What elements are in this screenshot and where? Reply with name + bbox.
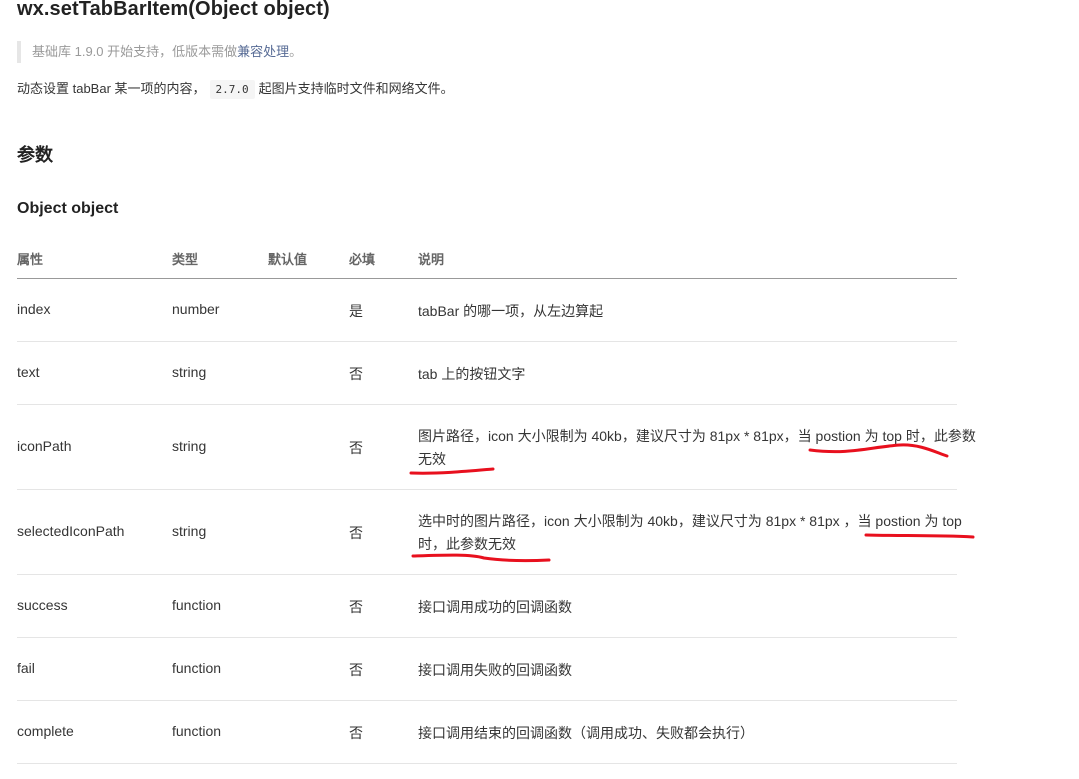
page-title: wx.setTabBarItem(Object object) [17,0,330,20]
header-name: 属性 [17,252,44,267]
header-desc: 说明 [418,252,445,267]
row-name: index [17,301,51,317]
table-row: text string 否 tab 上的按钮文字 [17,342,957,405]
row-required: 否 [349,725,363,741]
header-default: 默认值 [268,252,308,267]
row-name: success [17,597,68,613]
row-type: number [172,301,220,317]
table-row: success function 否 接口调用成功的回调函数 [17,575,957,638]
version-code: 2.7.0 [209,80,255,99]
desc-suffix: 起图片支持临时文件和网络文件。 [258,81,454,96]
version-note-text: 基础库 1.9.0 开始支持，低版本需做 [32,44,238,59]
row-type: function [172,723,222,739]
row-desc: 图片路径，icon 大小限制为 40kb，建议尺寸为 81px * 81px，当… [418,428,976,467]
row-name: text [17,364,40,380]
object-heading: Object object [17,200,119,217]
table-row: iconPath string 否 图片路径，icon 大小限制为 40kb，建… [17,405,976,490]
table-row: index number 是 tabBar 的哪一项，从左边算起 [17,279,957,342]
row-desc: 接口调用失败的回调函数 [418,662,572,678]
version-note: 基础库 1.9.0 开始支持，低版本需做兼容处理。 [17,41,302,63]
row-type: string [172,364,207,380]
row-required: 否 [349,366,363,382]
row-required: 否 [349,599,363,615]
row-type: string [172,438,207,454]
version-note-suffix: 。 [289,44,303,59]
row-name: iconPath [17,438,72,454]
row-name: selectedIconPath [17,523,125,539]
row-type: string [172,523,207,539]
api-description: 动态设置 tabBar 某一项的内容， 2.7.0 起图片支持临时文件和网络文件。 [17,78,454,101]
table-row: complete function 否 接口调用结束的回调函数（调用成功、失败都… [17,701,957,764]
table-header: 属性 类型 默认值 必填 说明 [17,240,957,279]
desc-prefix: 动态设置 tabBar 某一项的内容， [17,81,206,96]
row-type: function [172,660,222,676]
row-name: complete [17,723,74,739]
table-row: fail function 否 接口调用失败的回调函数 [17,638,957,701]
params-heading: 参数 [17,145,53,165]
table-row: selectedIconPath string 否 选中时的图片路径，icon … [17,490,962,575]
doc-page: wx.setTabBarItem(Object object) 基础库 1.9.… [0,0,1079,779]
row-required: 否 [349,525,363,541]
row-name: fail [17,660,35,676]
row-required: 否 [349,440,363,456]
header-type: 类型 [172,252,199,267]
compat-link[interactable]: 兼容处理 [237,44,289,59]
params-table: 属性 类型 默认值 必填 说明 index number 是 tabBar 的哪… [17,240,976,764]
row-required: 是 [349,303,363,319]
row-desc: tabBar 的哪一项，从左边算起 [418,303,604,319]
row-desc: 接口调用结束的回调函数（调用成功、失败都会执行） [418,725,754,741]
row-desc: 接口调用成功的回调函数 [418,599,572,615]
row-required: 否 [349,662,363,678]
header-required: 必填 [349,252,376,267]
row-desc: 选中时的图片路径，icon 大小限制为 40kb，建议尺寸为 81px * 81… [418,513,962,552]
row-desc: tab 上的按钮文字 [418,366,526,382]
row-type: function [172,597,222,613]
